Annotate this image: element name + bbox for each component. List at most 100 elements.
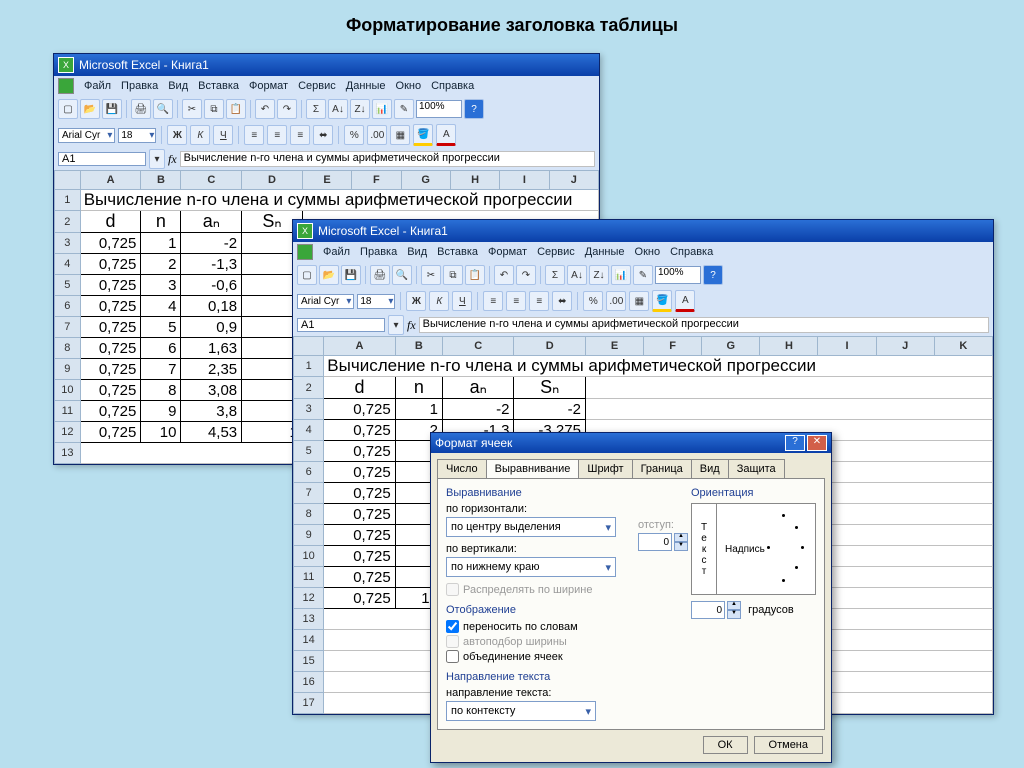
menu-insert[interactable]: Вставка	[198, 80, 239, 92]
col-header[interactable]: G	[702, 337, 760, 356]
paste-icon[interactable]: 📋	[226, 99, 246, 119]
redo-icon[interactable]: ↷	[277, 99, 297, 119]
cell[interactable]: n	[395, 377, 442, 399]
row-header[interactable]: 3	[294, 399, 324, 420]
menu-window[interactable]: Окно	[635, 246, 661, 258]
align-right-icon[interactable]: ≡	[290, 125, 310, 145]
italic-icon[interactable]: К	[190, 125, 210, 145]
cell[interactable]: -2	[181, 233, 242, 254]
spin-up-icon[interactable]: ▲	[727, 601, 741, 610]
underline-icon[interactable]: Ч	[213, 125, 233, 145]
fill-color-icon[interactable]: 🪣	[413, 124, 433, 146]
print-icon[interactable]: 🖨	[370, 265, 390, 285]
col-header[interactable]: B	[141, 171, 181, 190]
print-icon[interactable]: 🖨	[131, 99, 151, 119]
row-header[interactable]: 16	[294, 672, 324, 693]
cell[interactable]: 0,725	[324, 441, 395, 462]
wrap-check[interactable]	[446, 620, 459, 633]
cell[interactable]: d	[80, 211, 141, 233]
cell[interactable]: 0,725	[80, 338, 141, 359]
name-box[interactable]: A1	[297, 318, 385, 332]
orientation-preview[interactable]: Текст Надпись	[691, 503, 816, 595]
row-header[interactable]: 4	[55, 254, 81, 275]
currency-icon[interactable]: %	[344, 125, 364, 145]
tab-protection[interactable]: Защита	[728, 459, 785, 478]
tab-alignment[interactable]: Выравнивание	[486, 459, 580, 478]
cell[interactable]: Sₙ	[514, 377, 585, 399]
row-header[interactable]: 10	[55, 380, 81, 401]
currency-icon[interactable]: %	[583, 291, 603, 311]
col-header[interactable]: I	[818, 337, 876, 356]
cell[interactable]: 0,725	[324, 420, 395, 441]
font-select[interactable]: Arial Cyr	[297, 294, 354, 309]
row-header[interactable]: 9	[55, 359, 81, 380]
cell[interactable]: 0,725	[324, 567, 395, 588]
cell[interactable]: 9	[141, 401, 181, 422]
bold-icon[interactable]: Ж	[406, 291, 426, 311]
row-header[interactable]: 12	[294, 588, 324, 609]
cell[interactable]: 2,35	[181, 359, 242, 380]
row-header[interactable]: 12	[55, 422, 81, 443]
col-header[interactable]: A	[324, 337, 395, 356]
zoom-box[interactable]: 100%	[416, 100, 462, 118]
cell[interactable]: -1,3	[181, 254, 242, 275]
row-header[interactable]: 10	[294, 546, 324, 567]
cell[interactable]: 6	[141, 338, 181, 359]
row-header[interactable]: 2	[55, 211, 81, 233]
row-header[interactable]: 7	[294, 483, 324, 504]
cell[interactable]: 1	[395, 399, 442, 420]
align-right-icon[interactable]: ≡	[529, 291, 549, 311]
sort-asc-icon[interactable]: A↓	[567, 265, 587, 285]
row-header[interactable]: 1	[294, 356, 324, 377]
menu-format[interactable]: Формат	[488, 246, 527, 258]
fill-color-icon[interactable]: 🪣	[652, 290, 672, 312]
borders-icon[interactable]: ▦	[390, 125, 410, 145]
col-header[interactable]: D	[514, 337, 585, 356]
spin-down-icon[interactable]: ▼	[674, 542, 688, 551]
menu-data[interactable]: Данные	[346, 80, 386, 92]
cell[interactable]: 1	[141, 233, 181, 254]
row-header[interactable]: 1	[55, 190, 81, 211]
bold-icon[interactable]: Ж	[167, 125, 187, 145]
cell[interactable]: -0,6	[181, 275, 242, 296]
cell[interactable]: 1,63	[181, 338, 242, 359]
row-header[interactable]: 8	[55, 338, 81, 359]
cell[interactable]: 0,9	[181, 317, 242, 338]
undo-icon[interactable]: ↶	[494, 265, 514, 285]
spin-down-icon[interactable]: ▼	[727, 610, 741, 619]
italic-icon[interactable]: К	[429, 291, 449, 311]
help-icon[interactable]: ?	[703, 265, 723, 285]
size-select[interactable]: 18	[357, 294, 395, 309]
cell[interactable]: 0,725	[324, 546, 395, 567]
cell[interactable]: -2	[514, 399, 585, 420]
col-header[interactable]: I	[500, 171, 549, 190]
menu-view[interactable]: Вид	[168, 80, 188, 92]
close-icon[interactable]: ✕	[807, 435, 827, 451]
chart-icon[interactable]: 📊	[372, 99, 392, 119]
col-header[interactable]: F	[644, 337, 702, 356]
decimal-inc-icon[interactable]: .00	[367, 125, 387, 145]
row-header[interactable]: 5	[55, 275, 81, 296]
fx-icon[interactable]: fx	[168, 152, 177, 167]
open-icon[interactable]: 📂	[80, 99, 100, 119]
merge-check[interactable]	[446, 650, 459, 663]
help-icon[interactable]: ?	[785, 435, 805, 451]
col-header[interactable]: B	[395, 337, 442, 356]
col-header[interactable]: E	[585, 337, 643, 356]
cell[interactable]: 0,725	[80, 380, 141, 401]
preview-icon[interactable]: 🔍	[153, 99, 173, 119]
zoom-box[interactable]: 100%	[655, 266, 701, 284]
vertical-text-box[interactable]: Текст	[692, 504, 717, 594]
merge-icon[interactable]: ⬌	[552, 291, 572, 311]
cell[interactable]: 0,725	[324, 462, 395, 483]
help-icon[interactable]: ?	[464, 99, 484, 119]
tab-patterns[interactable]: Вид	[691, 459, 729, 478]
copy-icon[interactable]: ⧉	[443, 265, 463, 285]
cell[interactable]: -2	[442, 399, 513, 420]
save-icon[interactable]: 💾	[341, 265, 361, 285]
align-center-icon[interactable]: ≡	[506, 291, 526, 311]
col-header[interactable]: A	[80, 171, 141, 190]
tab-border[interactable]: Граница	[632, 459, 692, 478]
menu-file[interactable]: Файл	[84, 80, 111, 92]
drawing-icon[interactable]: ✎	[394, 99, 414, 119]
